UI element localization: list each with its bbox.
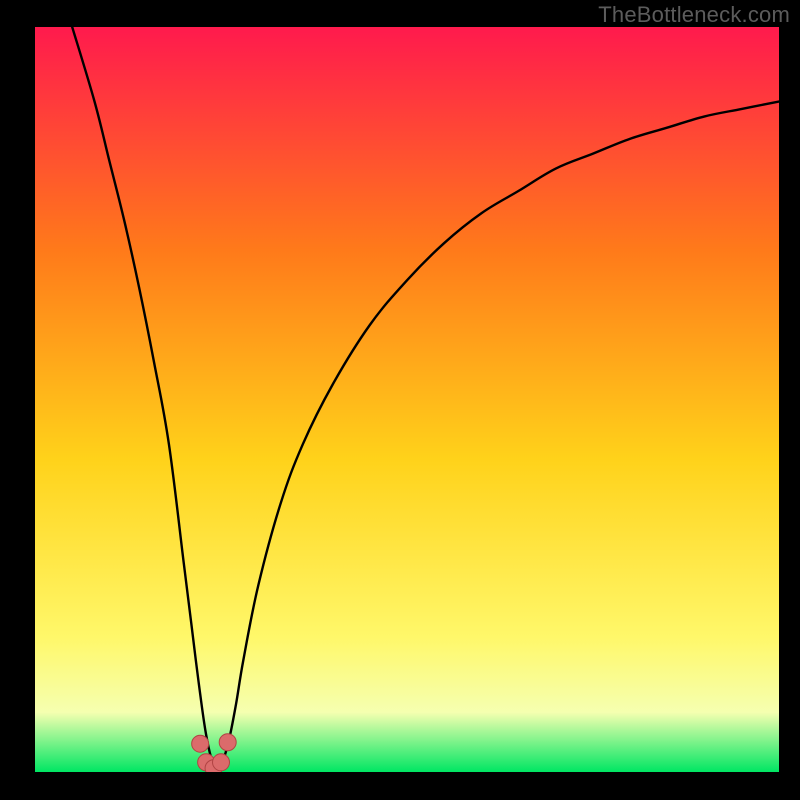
chart-frame: { "watermark": "TheBottleneck.com", "col… — [0, 0, 800, 800]
gradient-background — [35, 27, 779, 772]
minimum-marker — [213, 754, 230, 771]
bottleneck-chart — [0, 0, 800, 800]
minimum-marker — [192, 735, 209, 752]
minimum-marker — [219, 734, 236, 751]
watermark-text: TheBottleneck.com — [598, 2, 790, 28]
